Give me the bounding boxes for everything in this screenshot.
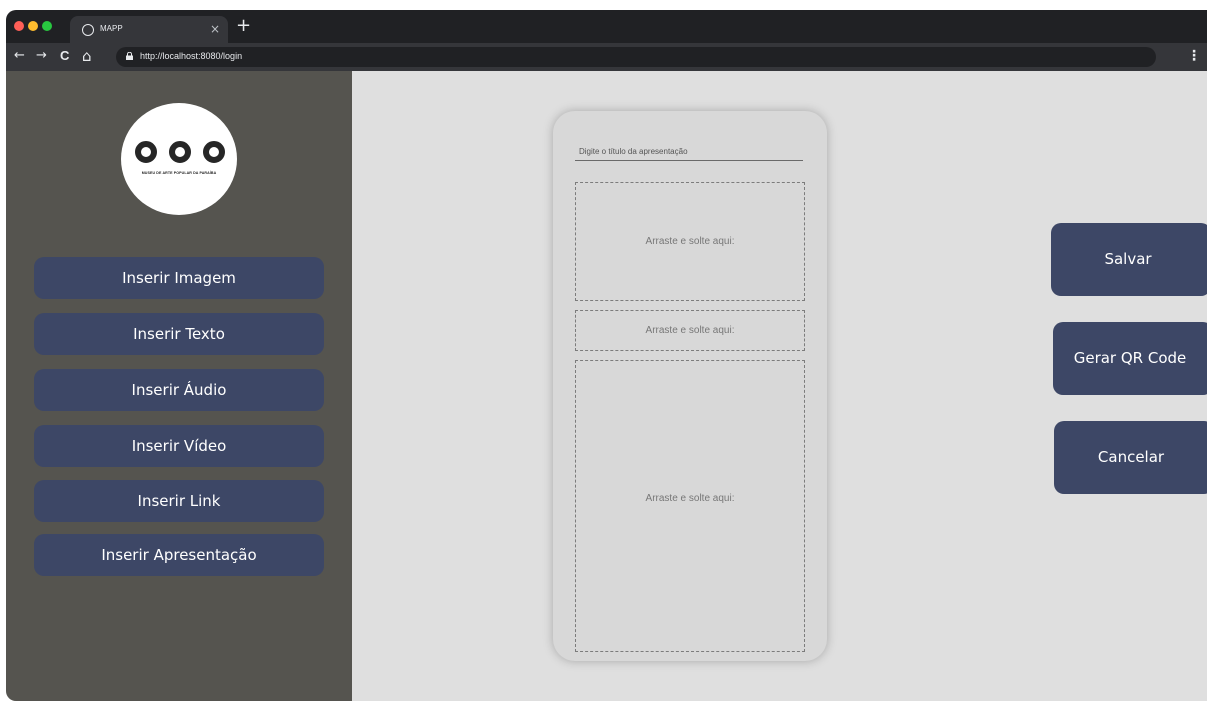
browser-menu-icon[interactable]: ⋮ bbox=[1187, 48, 1201, 64]
insert-video-button[interactable]: Inserir Vídeo bbox=[34, 425, 324, 467]
insert-link-button[interactable]: Inserir Link bbox=[34, 480, 324, 522]
globe-icon bbox=[82, 24, 94, 36]
maximize-window-icon[interactable] bbox=[42, 21, 52, 31]
new-tab-icon[interactable]: + bbox=[236, 16, 251, 36]
back-icon[interactable]: ← bbox=[14, 48, 25, 64]
drop-zone[interactable]: Arraste e solte aqui: bbox=[575, 360, 805, 652]
logo-rings bbox=[135, 141, 225, 163]
reload-icon[interactable]: C bbox=[60, 48, 69, 64]
museum-logo: MUSEU DE ARTE POPULAR DA PARAÍBA bbox=[121, 103, 237, 215]
drop-zone[interactable]: Arraste e solte aqui: bbox=[575, 182, 805, 301]
drop-zone[interactable]: Arraste e solte aqui: bbox=[575, 310, 805, 351]
presentation-canvas: Arraste e solte aqui: Arraste e solte aq… bbox=[553, 111, 827, 661]
sidebar: MUSEU DE ARTE POPULAR DA PARAÍBA Inserir… bbox=[6, 71, 352, 701]
lock-icon bbox=[126, 52, 133, 60]
save-button[interactable]: Salvar bbox=[1051, 223, 1207, 296]
browser-tab[interactable]: MAPP × bbox=[70, 16, 228, 46]
cancel-button[interactable]: Cancelar bbox=[1054, 421, 1207, 494]
insert-image-button[interactable]: Inserir Imagem bbox=[34, 257, 324, 299]
close-window-icon[interactable] bbox=[14, 21, 24, 31]
generate-qr-button[interactable]: Gerar QR Code bbox=[1053, 322, 1207, 395]
logo-ring bbox=[135, 141, 157, 163]
tab-title: MAPP bbox=[100, 24, 123, 33]
presentation-title-input[interactable] bbox=[575, 144, 803, 161]
tab-bar: MAPP × + bbox=[6, 10, 1207, 46]
forward-icon[interactable]: → bbox=[36, 48, 47, 64]
browser-window: MAPP × + ← → C ⌂ http://localhost:8080/l… bbox=[6, 10, 1207, 701]
insert-presentation-button[interactable]: Inserir Apresentação bbox=[34, 534, 324, 576]
address-bar[interactable]: http://localhost:8080/login bbox=[116, 47, 1156, 67]
logo-text: MUSEU DE ARTE POPULAR DA PARAÍBA bbox=[141, 171, 217, 175]
logo-ring bbox=[169, 141, 191, 163]
insert-text-button[interactable]: Inserir Texto bbox=[34, 313, 324, 355]
home-icon[interactable]: ⌂ bbox=[82, 48, 92, 64]
tab-close-icon[interactable]: × bbox=[210, 22, 220, 36]
browser-toolbar: ← → C ⌂ http://localhost:8080/login ⋮ bbox=[6, 43, 1207, 71]
logo-ring bbox=[203, 141, 225, 163]
insert-audio-button[interactable]: Inserir Áudio bbox=[34, 369, 324, 411]
url-text: http://localhost:8080/login bbox=[140, 51, 243, 61]
minimize-window-icon[interactable] bbox=[28, 21, 38, 31]
